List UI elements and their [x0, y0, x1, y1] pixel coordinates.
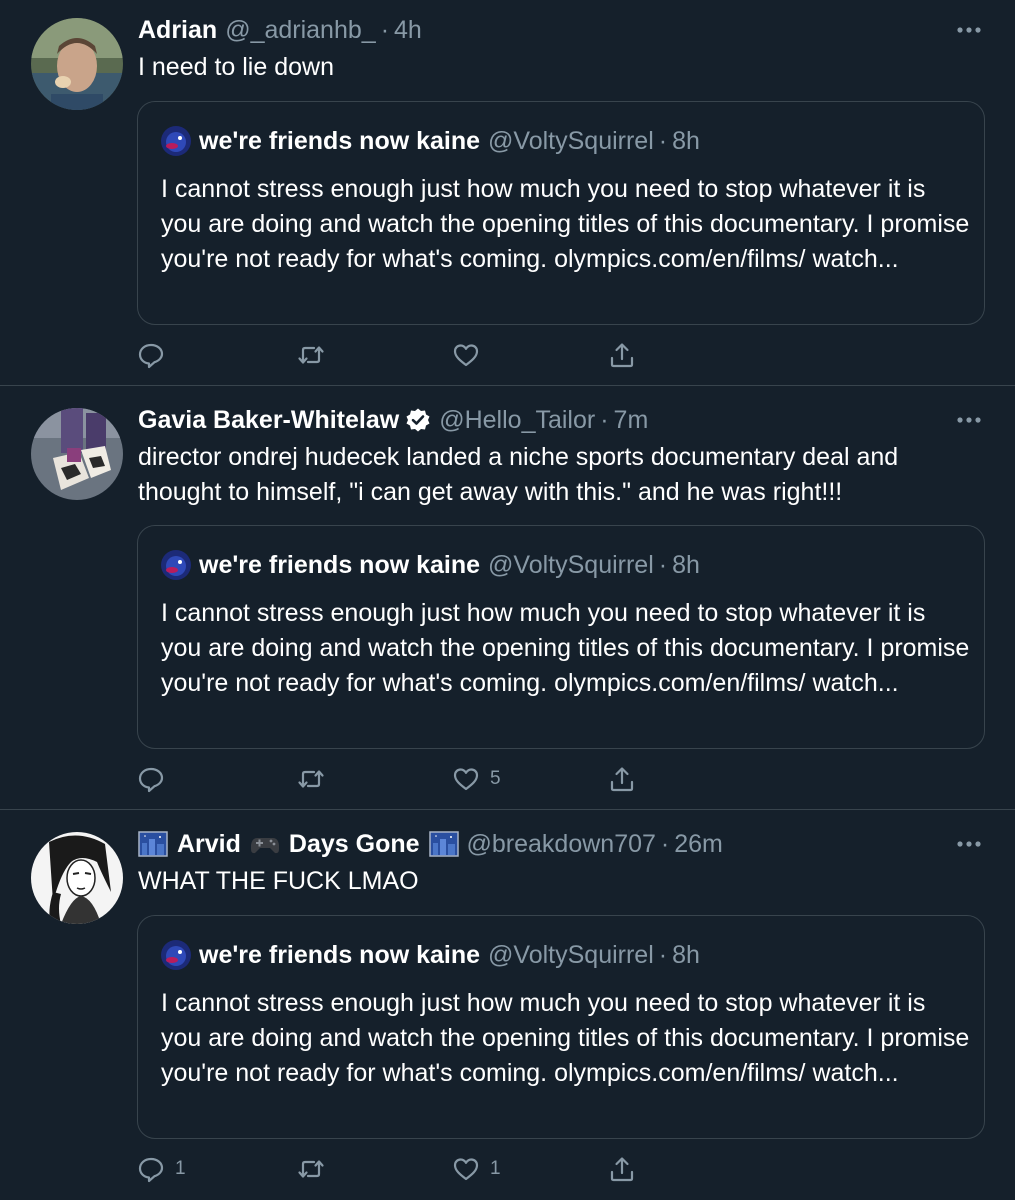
- gamepad-icon: [250, 838, 279, 854]
- tweet-actions: [137, 340, 637, 370]
- like-button[interactable]: 5: [452, 764, 501, 794]
- avatar[interactable]: [31, 18, 123, 110]
- like-button[interactable]: 1: [452, 1154, 501, 1184]
- shoes-avatar-icon: [31, 408, 123, 500]
- reply-icon: [138, 343, 164, 369]
- more-options-icon[interactable]: [955, 834, 983, 854]
- night-city-icon: [138, 831, 168, 857]
- tweet-text: director ondrej hudecek landed a niche s…: [138, 443, 899, 506]
- separator-dot: ·: [380, 15, 390, 44]
- reply-icon: [138, 767, 164, 793]
- quote-timestamp: 8h: [672, 940, 700, 969]
- gamepad-emoji: [250, 831, 280, 857]
- avatar[interactable]: [31, 408, 123, 500]
- night-city-emoji: [138, 831, 168, 857]
- timestamp[interactable]: 4h: [394, 16, 422, 45]
- quote-header: we're friends now kaine @VoltySquirrel ·…: [161, 938, 700, 972]
- quoted-tweet[interactable]: we're friends now kaine @VoltySquirrel ·…: [137, 525, 985, 749]
- night-city-emoji: [428, 831, 459, 857]
- reply-icon: [138, 1157, 164, 1183]
- quote-text: I cannot stress enough just how much you…: [161, 175, 970, 273]
- quoted-tweet[interactable]: we're friends now kaine @VoltySquirrel ·…: [137, 101, 985, 325]
- tweet-header: Adrian @_adrianhb_ · 4h: [138, 13, 422, 47]
- quote-handle: @VoltySquirrel: [488, 126, 654, 155]
- reply-button[interactable]: 1: [137, 1154, 186, 1184]
- quote-header: we're friends now kaine @VoltySquirrel ·…: [161, 124, 700, 158]
- timeline-feed: Adrian @_adrianhb_ · 4h I need to lie do…: [0, 0, 1015, 1200]
- quote-display-name: we're friends now kaine: [199, 126, 481, 155]
- quote-avatar: [161, 550, 191, 580]
- more-options-icon[interactable]: [955, 20, 983, 40]
- avatar[interactable]: [31, 832, 123, 924]
- tweet-adrian[interactable]: Adrian @_adrianhb_ · 4h I need to lie do…: [0, 0, 1015, 386]
- tweet-header: Gavia Baker-Whitelaw @Hello_Tailor · 7m: [138, 403, 648, 437]
- quote-avatar: [161, 126, 191, 156]
- retweet-icon: [298, 1160, 324, 1178]
- display-name-part-2[interactable]: Days Gone: [289, 830, 420, 859]
- display-name[interactable]: Gavia Baker-Whitelaw: [138, 406, 399, 435]
- quote-avatar: [161, 940, 191, 970]
- separator-dot: ·: [658, 550, 668, 579]
- display-name-part-1[interactable]: Arvid: [177, 830, 241, 859]
- like-count: 1: [490, 1158, 501, 1179]
- tweet-actions: 1 1: [137, 1154, 637, 1184]
- separator-dot: ·: [660, 829, 670, 858]
- heart-icon: [453, 1158, 479, 1181]
- tweet-gavia[interactable]: Gavia Baker-Whitelaw @Hello_Tailor · 7m …: [0, 386, 1015, 810]
- quote-handle: @VoltySquirrel: [488, 940, 654, 969]
- night-city-icon: [428, 831, 459, 857]
- like-button[interactable]: [452, 340, 490, 370]
- share-button[interactable]: [608, 340, 636, 370]
- user-handle[interactable]: @breakdown707: [467, 830, 656, 859]
- separator-dot: ·: [658, 126, 668, 155]
- quote-display-name: we're friends now kaine: [199, 940, 481, 969]
- share-button[interactable]: [608, 1154, 636, 1184]
- sketch-portrait-avatar-icon: [31, 832, 123, 924]
- quote-timestamp: 8h: [672, 126, 700, 155]
- tweet-text: WHAT THE FUCK LMAO: [138, 867, 419, 895]
- quoted-tweet[interactable]: we're friends now kaine @VoltySquirrel ·…: [137, 915, 985, 1139]
- heart-icon: [453, 344, 479, 367]
- heart-icon: [453, 768, 479, 791]
- quote-text: I cannot stress enough just how much you…: [161, 599, 970, 697]
- tweet-header: Arvid Days Gone @breakdown707 · 26m: [138, 827, 723, 861]
- separator-dot: ·: [658, 940, 668, 969]
- quote-handle: @VoltySquirrel: [488, 550, 654, 579]
- retweet-icon: [298, 346, 324, 364]
- tweet-arvid[interactable]: Arvid Days Gone @breakdown707 · 26m WHAT…: [0, 810, 1015, 1200]
- quote-header: we're friends now kaine @VoltySquirrel ·…: [161, 548, 700, 582]
- timestamp[interactable]: 26m: [674, 830, 723, 859]
- share-icon: [610, 343, 634, 368]
- share-icon: [610, 767, 634, 792]
- separator-dot: ·: [600, 405, 609, 434]
- quote-timestamp: 8h: [672, 550, 700, 579]
- reply-button[interactable]: [137, 764, 175, 794]
- retweet-button[interactable]: [297, 1154, 335, 1184]
- reply-count: 1: [175, 1158, 186, 1179]
- retweet-icon: [298, 770, 324, 788]
- user-handle[interactable]: @_adrianhb_: [225, 16, 376, 45]
- quote-display-name: we're friends now kaine: [199, 550, 481, 579]
- display-name[interactable]: Adrian: [138, 16, 217, 45]
- share-button[interactable]: [608, 764, 636, 794]
- squirrel-avatar-icon: [161, 126, 191, 156]
- reply-button[interactable]: [137, 340, 175, 370]
- user-handle[interactable]: @Hello_Tailor: [439, 406, 595, 435]
- timestamp[interactable]: 7m: [614, 406, 649, 435]
- more-options-icon[interactable]: [955, 410, 983, 430]
- squirrel-avatar-icon: [161, 940, 191, 970]
- squirrel-avatar-icon: [161, 550, 191, 580]
- tweet-text: I need to lie down: [138, 53, 334, 81]
- quote-text: I cannot stress enough just how much you…: [161, 989, 970, 1087]
- retweet-button[interactable]: [297, 764, 335, 794]
- verified-badge-icon: [406, 408, 430, 432]
- retweet-button[interactable]: [297, 340, 335, 370]
- tweet-actions: 5: [137, 764, 637, 794]
- share-icon: [610, 1157, 634, 1182]
- adrian-avatar-icon: [31, 18, 123, 110]
- like-count: 5: [490, 768, 501, 789]
